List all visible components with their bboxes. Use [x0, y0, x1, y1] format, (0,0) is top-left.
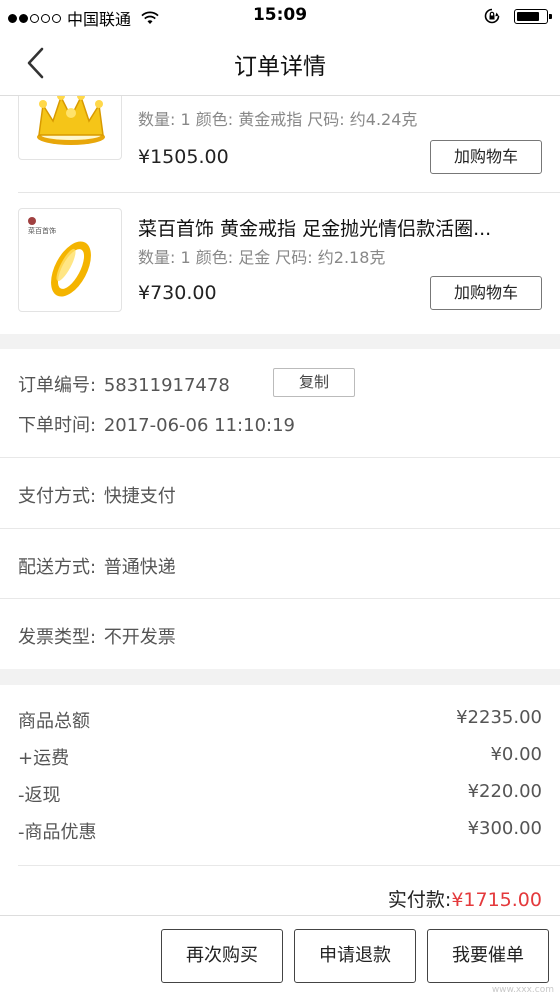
- battery-icon: [514, 8, 552, 24]
- list-item[interactable]: 菜百首饰 菜百首饰 黄金戒指 足金抛光情侣款活圈... 数量: 1 颜色: 足金…: [0, 192, 560, 332]
- divider: [0, 598, 560, 599]
- list-item[interactable]: 数量: 1 颜色: 黄金戒指 尺码: 约4.24克 ¥1505.00 加购物车: [0, 96, 560, 196]
- order-time: 2017-06-06 11:10:19: [103, 415, 295, 436]
- remind-shipping-button[interactable]: 我要催单: [427, 929, 549, 983]
- add-to-cart-button[interactable]: 加购物车: [430, 276, 542, 310]
- invoice-type: 不开发票: [103, 627, 176, 648]
- gold-band-ring-image: 菜百首饰: [28, 217, 91, 297]
- discount-value: ¥300.00: [467, 818, 542, 839]
- cashback-label: -返现: [18, 785, 61, 806]
- cashback-value: ¥220.00: [467, 781, 542, 802]
- status-right: [484, 8, 552, 24]
- divider: [0, 457, 560, 458]
- action-bar: 再次购买 申请退款 我要催单 www.xxx.com: [0, 915, 560, 997]
- invoice-row: 发票类型: 不开发票: [18, 623, 176, 649]
- product-list: 数量: 1 颜色: 黄金戒指 尺码: 约4.24克 ¥1505.00 加购物车 …: [0, 96, 560, 334]
- order-number-row: 订单编号: 58311917478: [18, 371, 230, 397]
- clock: 15:09: [252, 5, 308, 25]
- refund-button[interactable]: 申请退款: [294, 929, 416, 983]
- shipping-label: 配送方式:: [18, 557, 97, 578]
- amount-paid: 实付款:¥1715.00: [388, 885, 542, 912]
- status-bar: 中国联通 15:09: [0, 0, 560, 32]
- totals-section: 商品总额 ¥2235.00 +运费 ¥0.00 -返现 ¥220.00 -商品优…: [0, 685, 560, 915]
- rotation-lock-icon: [484, 8, 500, 24]
- add-to-cart-button[interactable]: 加购物车: [430, 140, 542, 174]
- amount-paid-label: 实付款:: [387, 889, 452, 911]
- page-title: 订单详情: [234, 54, 326, 80]
- watermark: www.xxx.com: [491, 985, 554, 995]
- product-meta: 数量: 1 颜色: 足金 尺码: 约2.18克: [138, 248, 386, 267]
- discount-label: -商品优惠: [18, 822, 97, 843]
- brand-logo-text: 菜百首饰: [28, 226, 56, 235]
- amount-paid-value: ¥1715.00: [451, 889, 542, 911]
- product-meta: 数量: 1 颜色: 黄金戒指 尺码: 约4.24克: [138, 110, 418, 129]
- invoice-label: 发票类型:: [18, 627, 97, 648]
- nav-bar: 订单详情: [0, 32, 560, 96]
- shipping-fee-label: +运费: [18, 748, 70, 769]
- rebuy-button[interactable]: 再次购买: [161, 929, 283, 983]
- shipping-row: 配送方式: 普通快递: [18, 553, 176, 579]
- copy-button[interactable]: 复制: [273, 368, 355, 397]
- payment-label: 支付方式:: [18, 486, 97, 507]
- product-image[interactable]: [18, 96, 122, 160]
- gold-crown-ring-image: [37, 96, 105, 145]
- payment-row: 支付方式: 快捷支付: [18, 482, 176, 508]
- product-price: ¥730.00: [138, 282, 217, 304]
- product-price: ¥1505.00: [138, 146, 229, 168]
- order-time-row: 下单时间: 2017-06-06 11:10:19: [18, 411, 295, 437]
- order-number: 58311917478: [103, 375, 230, 396]
- divider: [18, 865, 560, 866]
- order-number-label: 订单编号:: [18, 375, 97, 396]
- shipping-fee-value: ¥0.00: [490, 744, 542, 765]
- product-name: 菜百首饰 黄金戒指 足金抛光情侣款活圈...: [138, 218, 492, 240]
- order-time-label: 下单时间:: [18, 415, 97, 436]
- product-image[interactable]: 菜百首饰: [18, 208, 122, 312]
- total-value: ¥2235.00: [456, 707, 542, 728]
- shipping-method: 普通快递: [103, 557, 176, 578]
- divider: [0, 528, 560, 529]
- order-info-section: 订单编号: 58311917478 复制 下单时间: 2017-06-06 11…: [0, 349, 560, 669]
- payment-method: 快捷支付: [103, 486, 176, 507]
- total-label: 商品总额: [18, 711, 90, 732]
